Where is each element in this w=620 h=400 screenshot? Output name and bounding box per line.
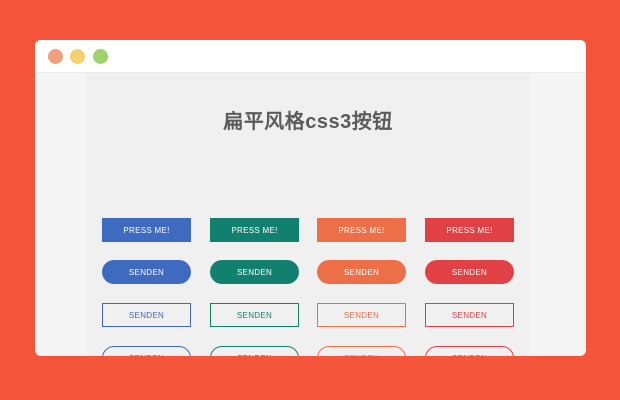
senden-outline-button-blue[interactable]: SENDEN	[102, 303, 191, 327]
senden-pill-button-blue[interactable]: SENDEN	[102, 260, 191, 284]
senden-pill-button-red[interactable]: SENDEN	[425, 260, 514, 284]
press-me-button-orange[interactable]: PRESS ME!	[317, 218, 406, 242]
window-titlebar	[35, 40, 586, 73]
press-me-button-blue[interactable]: PRESS ME!	[102, 218, 191, 242]
senden-pill-button-orange[interactable]: SENDEN	[317, 260, 406, 284]
senden-outline-pill-button-red[interactable]: SENDEN	[425, 346, 514, 356]
senden-outline-button-red[interactable]: SENDEN	[425, 303, 514, 327]
senden-outline-pill-button-teal[interactable]: SENDEN	[210, 346, 299, 356]
press-me-button-teal[interactable]: PRESS ME!	[210, 218, 299, 242]
maximize-dot[interactable]	[93, 49, 108, 64]
demo-content: 扁平风格css3按钮 PRESS ME! PRESS ME! PRESS ME!…	[86, 73, 530, 356]
browser-window: 扁平风格css3按钮 PRESS ME! PRESS ME! PRESS ME!…	[35, 40, 586, 356]
page-title: 扁平风格css3按钮	[223, 111, 393, 133]
press-me-button-red[interactable]: PRESS ME!	[425, 218, 514, 242]
senden-outline-pill-button-orange[interactable]: SENDEN	[317, 346, 406, 356]
senden-pill-button-teal[interactable]: SENDEN	[210, 260, 299, 284]
senden-outline-pill-button-blue[interactable]: SENDEN	[102, 346, 191, 356]
minimize-dot[interactable]	[70, 49, 85, 64]
senden-outline-button-orange[interactable]: SENDEN	[317, 303, 406, 327]
senden-outline-button-teal[interactable]: SENDEN	[210, 303, 299, 327]
close-dot[interactable]	[48, 49, 63, 64]
